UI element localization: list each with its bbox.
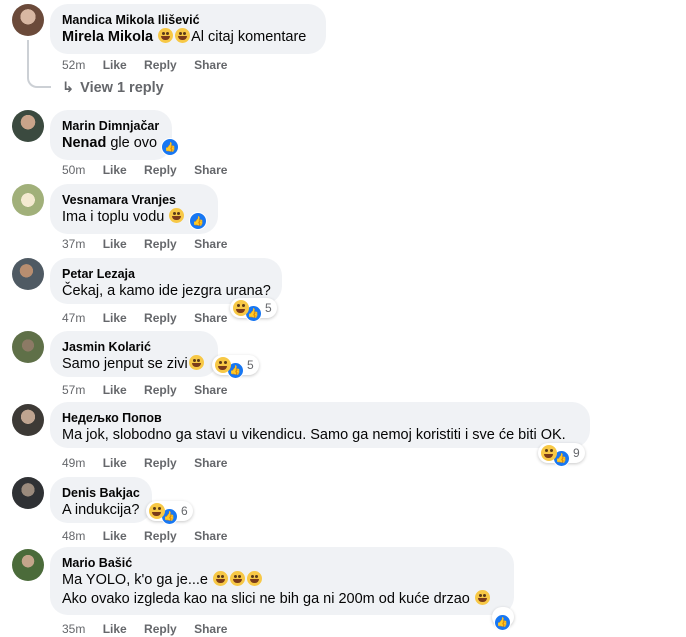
- reply-button[interactable]: Reply: [144, 163, 177, 177]
- comment-actions: 47m Like Reply Share: [62, 311, 241, 325]
- like-button[interactable]: Like: [103, 622, 127, 636]
- avatar[interactable]: [12, 184, 44, 216]
- reply-button[interactable]: Reply: [144, 529, 177, 543]
- comment-time[interactable]: 49m: [62, 456, 85, 470]
- comment-author[interactable]: Denis Bakjac: [62, 485, 140, 501]
- comment-bubble: Vesnamara Vranjes Ima i toplu vodu 👍: [50, 184, 218, 234]
- laughing-emoji-icon: [158, 28, 174, 43]
- avatar[interactable]: [12, 477, 44, 509]
- like-button[interactable]: Like: [103, 456, 127, 470]
- haha-emoji-icon: [213, 571, 228, 586]
- reply-button[interactable]: Reply: [144, 311, 177, 325]
- share-button[interactable]: Share: [194, 622, 227, 636]
- comment-author[interactable]: Mario Bašić: [62, 555, 502, 571]
- comment-actions: 48m Like Reply Share: [62, 529, 241, 543]
- reply-button[interactable]: Reply: [144, 58, 177, 72]
- comment-text: Ma YOLO, k'o ga je...e: [62, 571, 502, 590]
- comment-actions: 57m Like Reply Share: [62, 383, 241, 397]
- reaction-count: 9: [573, 446, 580, 460]
- smirk-emoji-icon: [169, 208, 185, 223]
- comment-text: Mirela Mikola Al citaj komentare: [62, 28, 307, 45]
- comment-actions: 35m Like Reply Share: [62, 622, 241, 636]
- comment-author[interactable]: Vesnamara Vranjes: [62, 192, 206, 208]
- comment-bubble: Marin Dimnjačar Nenad gle ovo 👍: [50, 110, 180, 160]
- like-button[interactable]: Like: [103, 163, 127, 177]
- like-reaction-icon[interactable]: 👍: [161, 138, 180, 156]
- like-button[interactable]: Like: [103, 383, 127, 397]
- comment-author[interactable]: Jasmin Kolarić: [62, 339, 206, 355]
- like-button[interactable]: Like: [103, 529, 127, 543]
- smile-emoji-icon: [188, 355, 204, 370]
- comment-time[interactable]: 48m: [62, 529, 85, 543]
- wink-emoji-icon: [474, 590, 490, 605]
- comment-bubble: Mario Bašić Ma YOLO, k'o ga je...e Ako o…: [50, 547, 514, 615]
- share-button[interactable]: Share: [194, 163, 227, 177]
- comment-text: Nenad gle ovo 👍: [62, 134, 180, 156]
- comment-text: Ma jok, slobodno ga stavi u vikendicu. S…: [62, 427, 566, 443]
- share-button[interactable]: Share: [194, 456, 227, 470]
- haha-emoji-icon: [230, 571, 245, 586]
- reply-button[interactable]: Reply: [144, 237, 177, 251]
- thread-line: [27, 40, 51, 88]
- comment-time[interactable]: 50m: [62, 163, 85, 177]
- comment-bubble: Denis Bakjac A indukcija?: [50, 477, 152, 523]
- comment-bubble: Недељко Попов Ma jok, slobodno ga stavi …: [50, 402, 590, 448]
- avatar[interactable]: [12, 258, 44, 290]
- like-reaction-icon: 👍: [494, 614, 511, 631]
- reply-button[interactable]: Reply: [144, 456, 177, 470]
- comment-author[interactable]: Недељко Попов: [62, 410, 578, 426]
- mention[interactable]: Nenad: [62, 135, 106, 151]
- comment-time[interactable]: 57m: [62, 383, 85, 397]
- comment-text: Samo jenput se zivi: [62, 355, 206, 374]
- comment-time[interactable]: 37m: [62, 237, 85, 251]
- reaction-count: 5: [247, 358, 254, 372]
- like-button[interactable]: Like: [103, 58, 127, 72]
- share-button[interactable]: Share: [194, 237, 227, 251]
- view-replies-button[interactable]: ↳ View 1 reply: [62, 80, 164, 96]
- reply-button[interactable]: Reply: [144, 622, 177, 636]
- comment-author[interactable]: Mandica Mikola Ilišević: [62, 12, 314, 28]
- like-button[interactable]: Like: [103, 237, 127, 251]
- mention[interactable]: Mirela Mikola: [62, 29, 153, 45]
- reactions-summary[interactable]: 👍: [492, 607, 514, 631]
- reply-button[interactable]: Reply: [144, 383, 177, 397]
- haha-emoji-icon: [247, 571, 262, 586]
- comment-text: Ima i toplu vodu 👍: [62, 208, 208, 230]
- comment-actions: 52m Like Reply Share: [62, 58, 241, 72]
- reaction-count: 5: [265, 301, 272, 315]
- comment-text: A indukcija?: [62, 502, 140, 518]
- haha-reaction-icon: [541, 445, 557, 461]
- comment-author[interactable]: Marin Dimnjačar: [62, 118, 160, 134]
- avatar[interactable]: [12, 331, 44, 363]
- comment-actions: 37m Like Reply Share: [62, 237, 241, 251]
- comment-time[interactable]: 35m: [62, 622, 85, 636]
- reply-arrow-icon: ↳: [62, 80, 75, 96]
- comment-time[interactable]: 47m: [62, 311, 85, 325]
- haha-reaction-icon: [215, 357, 231, 373]
- comment-bubble: Mandica Mikola Ilišević Mirela Mikola Al…: [50, 4, 326, 54]
- laughing-emoji-icon: [175, 28, 191, 43]
- comment-author[interactable]: Petar Lezaja: [62, 266, 270, 282]
- reactions-summary[interactable]: 👍 9: [538, 443, 585, 467]
- share-button[interactable]: Share: [194, 58, 227, 72]
- reaction-count: 6: [181, 504, 188, 518]
- like-reaction-icon[interactable]: 👍: [189, 212, 208, 230]
- share-button[interactable]: Share: [194, 529, 227, 543]
- reactions-summary[interactable]: 👍 6: [146, 501, 193, 525]
- comment-time[interactable]: 52m: [62, 58, 85, 72]
- comment-actions: 50m Like Reply Share: [62, 163, 241, 177]
- avatar[interactable]: [12, 549, 44, 581]
- avatar[interactable]: [12, 110, 44, 142]
- comment-bubble: Jasmin Kolarić Samo jenput se zivi: [50, 331, 218, 377]
- share-button[interactable]: Share: [194, 311, 227, 325]
- haha-reaction-icon: [149, 503, 165, 519]
- reactions-summary[interactable]: 👍 5: [212, 355, 259, 379]
- share-button[interactable]: Share: [194, 383, 227, 397]
- avatar[interactable]: [12, 404, 44, 436]
- like-button[interactable]: Like: [103, 311, 127, 325]
- comment-actions: 49m Like Reply Share: [62, 456, 241, 470]
- comment-text-line-2: Ako ovako izgleda kao na slici ne bih ga…: [62, 590, 502, 609]
- avatar[interactable]: [12, 4, 44, 36]
